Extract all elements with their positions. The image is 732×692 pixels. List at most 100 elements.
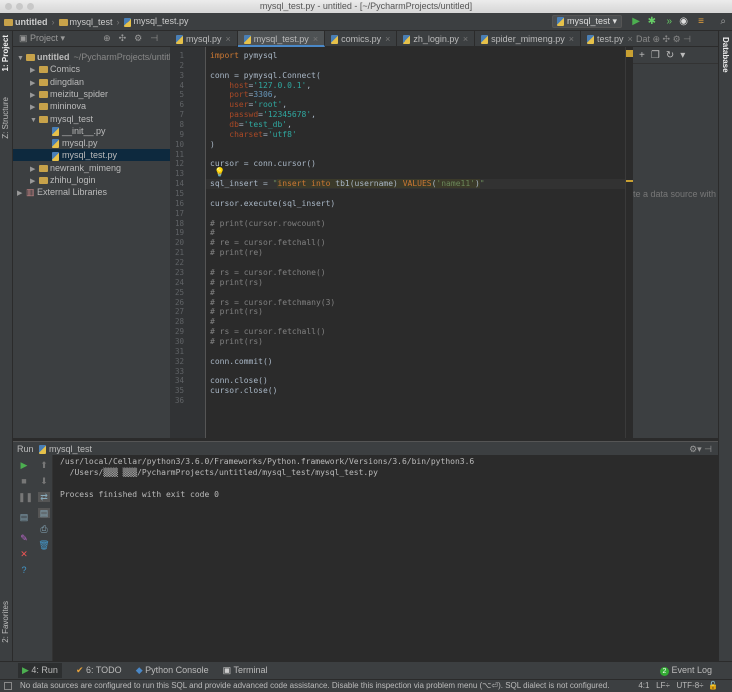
tree-item[interactable]: ▶ meizitu_spider [13,88,170,100]
editor-tab[interactable]: spider_mimeng.py × [475,31,581,47]
code-line: port=3306, [210,90,277,100]
code-line: host='127.0.0.1', [210,81,311,91]
minimize-window-button[interactable] [16,3,23,10]
close-window-button[interactable] [5,3,12,10]
editor-tab[interactable]: zh_login.py × [397,31,476,47]
stop-icon[interactable]: ■ [18,476,30,486]
code-line: # [210,317,215,327]
line-number: 23 [174,267,184,277]
breadcrumb-file[interactable]: mysql_test.py [123,16,189,27]
tree-item[interactable]: ▼ mysql_test [13,113,170,125]
bottom-tab[interactable]: ✔ 6: TODO [76,665,122,676]
close-tab-icon[interactable]: × [226,34,231,44]
tree-item[interactable]: ▶ newrank_mimeng [13,162,170,174]
toggle-tool-windows-icon[interactable] [4,682,12,690]
pin-icon[interactable]: ✎ [18,533,30,543]
python-file-icon [123,17,131,27]
tab-structure[interactable]: Z: Structure [1,97,10,139]
tree-item[interactable]: ▶ Comics [13,63,170,75]
breadcrumb-folder[interactable]: mysql_test [58,17,113,27]
clear-icon[interactable]: 🗑 [38,540,50,550]
code-line: # re = cursor.fetchall() [210,238,326,248]
down-icon[interactable]: ⬇ [38,476,50,486]
zoom-window-button[interactable] [27,3,34,10]
help-icon[interactable]: ? [18,565,30,575]
database-panel: te a data source with [633,64,718,438]
tab-project[interactable]: 1: Project [1,35,10,71]
caret-position[interactable]: 4:1 [638,681,649,690]
line-number: 26 [174,297,184,307]
tree-item[interactable]: ▶ ▥ External Libraries [13,186,170,198]
gear-icon[interactable]: ⚙ [134,33,142,44]
add-icon[interactable]: + [639,50,651,61]
close-tab-icon[interactable]: × [628,34,633,44]
code-token: # print(cursor.rowcount) [210,218,326,228]
project-view-select[interactable]: ▣ Project ▾ [19,33,65,44]
coverage-icon[interactable]: » [666,15,672,28]
code-token: # print(rs) [210,277,263,287]
lightbulb-icon[interactable]: 💡 [214,167,225,178]
scroll-from-source-icon[interactable]: ⊕ [103,33,111,44]
code-editor[interactable]: import pymysql conn = pymysql.Connect( ho… [206,47,625,438]
bottom-tab[interactable]: ▣ Terminal [223,665,268,676]
run-config-select[interactable]: mysql_test ▾ [551,15,622,28]
tree-item[interactable]: ▶ zhihu_login [13,174,170,186]
close-tab-icon[interactable]: × [385,34,390,44]
profile-icon[interactable]: ◉ [679,15,688,28]
code-line: db='test_db', [210,120,292,130]
bottom-tab[interactable]: ◆ Python Console [136,665,209,676]
bottom-tab[interactable]: ▶ 4: Run [18,663,62,678]
tree-item[interactable]: ▶ mininova [13,100,170,112]
layout-icon[interactable]: ▤ [18,512,30,522]
tab-database[interactable]: Database [721,37,730,73]
close-tab-icon[interactable]: × [463,34,468,44]
run-console-output[interactable]: /usr/local/Cellar/python3/3.6.0/Framewor… [53,455,718,661]
code-line: # [210,288,215,298]
filter-icon[interactable]: ▾ [680,50,691,61]
refresh-icon[interactable]: ↻ [666,50,680,61]
collapsed-arrow-icon[interactable]: ▶ [17,188,26,200]
collapse-icon[interactable]: ✣ [119,33,127,44]
code-line: cursor.execute(sql_insert) [210,199,335,209]
tree-item[interactable]: ▶ dingdian [13,76,170,88]
copy-icon[interactable]: ❐ [651,50,666,61]
soft-wrap-icon[interactable]: ⇄ [38,492,50,502]
run-panel-config[interactable]: mysql_test [49,444,92,454]
warning-marker[interactable] [626,180,633,182]
editor-tab[interactable]: test.py × [581,31,640,47]
editor-tab[interactable]: comics.py × [325,31,398,47]
print-icon[interactable]: ⎙ [38,524,50,534]
event-log-button[interactable]: 2 Event Log [659,665,712,676]
tree-item-label: mysql_test [50,113,94,124]
editor-scrollbar[interactable] [625,47,633,438]
close-tab-icon[interactable]: × [313,34,318,44]
warning-indicator-icon[interactable] [626,50,633,57]
file-encoding[interactable]: UTF-8÷ [677,681,704,690]
close-tab-icon[interactable]: × [569,34,574,44]
lock-icon[interactable]: 🔓 [708,681,718,690]
tree-item[interactable]: ▼ untitled ~/PycharmProjects/untitled [13,51,181,63]
line-separator[interactable]: LF÷ [656,681,670,690]
line-number: 34 [174,376,184,386]
vcs-icon[interactable]: ≡ [698,15,704,28]
up-icon[interactable]: ⬆ [38,460,50,470]
tree-item-path: ~/PycharmProjects/untitled [73,52,181,62]
close-icon[interactable]: ✕ [18,549,30,559]
gear-icon[interactable]: ⚙▾ ⊣ [689,442,712,456]
search-icon[interactable]: ⌕ [720,15,726,28]
code-token: , [287,120,292,130]
run-icon[interactable]: ▶ [632,15,640,28]
editor-tab[interactable]: mysql.py × [170,31,238,47]
scroll-to-end-icon[interactable]: ▤ [38,508,50,518]
tree-item[interactable]: __init__.py [13,125,170,137]
tree-item[interactable]: mysql.py [13,137,170,149]
pause-icon[interactable]: ❚❚ [18,492,33,502]
hide-icon[interactable]: ⊣ [150,33,158,44]
breadcrumb-project[interactable]: untitled [4,17,48,27]
rerun-icon[interactable]: ▶ [18,460,30,470]
tree-item[interactable]: mysql_test.py [13,149,170,162]
editor-tab[interactable]: mysql_test.py × [237,31,326,47]
tab-favorites[interactable]: 2: Favorites [1,601,10,643]
debug-icon[interactable]: ✱ [648,15,656,28]
